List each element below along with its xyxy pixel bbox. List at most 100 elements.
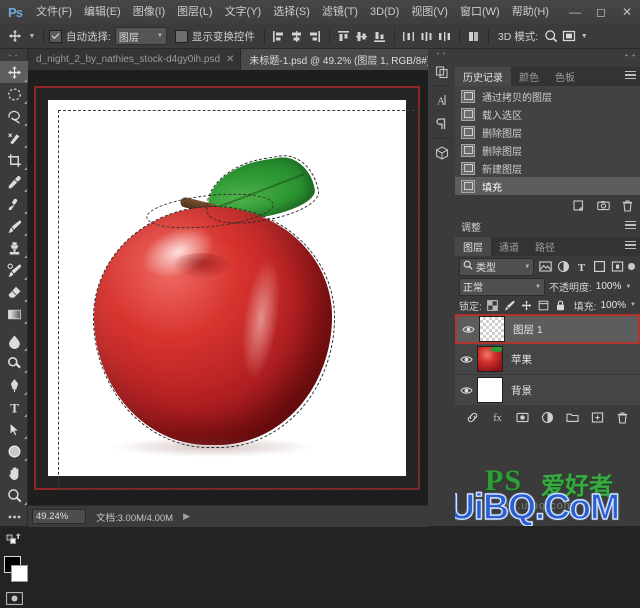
align-bottom-edges-icon[interactable]	[371, 27, 389, 46]
history-brush-dock-icon[interactable]	[428, 59, 455, 83]
opacity-chevron-icon[interactable]: ▼	[625, 284, 631, 290]
history-state-item[interactable]: 删除图层	[455, 123, 640, 141]
filter-pixel-icon[interactable]	[538, 259, 552, 274]
shape-tool[interactable]	[0, 440, 28, 462]
eyedropper-tool[interactable]	[0, 171, 28, 193]
opacity-value[interactable]: 100%	[596, 281, 622, 292]
create-snapshot-icon[interactable]	[596, 198, 610, 212]
marquee-tool[interactable]	[0, 83, 28, 105]
layer-filter-kind-dropdown[interactable]: 类型 ▼	[459, 258, 534, 276]
filter-smart-object-icon[interactable]	[610, 259, 624, 274]
new-layer-icon[interactable]	[591, 410, 605, 424]
toolbar-grip[interactable]: • •	[0, 52, 27, 61]
tab-color[interactable]: 颜色	[511, 67, 547, 86]
auto-select-scope-dropdown[interactable]: 图层 ▼	[115, 27, 167, 45]
adjustment-layer-icon[interactable]	[541, 410, 555, 424]
show-transform-checkbox[interactable]	[175, 30, 188, 43]
background-color-swatch[interactable]	[11, 565, 28, 582]
layer-thumbnail[interactable]	[477, 346, 503, 372]
align-left-edges-icon[interactable]	[270, 27, 288, 46]
hand-tool[interactable]	[0, 462, 28, 484]
swap-colors-icon[interactable]	[0, 528, 28, 550]
panel-grip[interactable]: • •	[625, 51, 636, 60]
distribute-center-icon[interactable]	[418, 27, 436, 46]
filter-type-icon[interactable]: T	[574, 259, 588, 274]
tab-channels[interactable]: 通道	[491, 237, 527, 256]
auto-select-checkbox[interactable]	[49, 30, 62, 43]
lock-image-pixels-icon[interactable]	[503, 299, 516, 312]
tab-swatches[interactable]: 色板	[547, 67, 583, 86]
delete-state-icon[interactable]	[620, 198, 634, 212]
blend-mode-dropdown[interactable]: 正常 ▼	[459, 278, 545, 296]
new-group-icon[interactable]	[566, 410, 580, 424]
pen-tool[interactable]	[0, 374, 28, 396]
history-state-item-selected[interactable]: 填充	[455, 177, 640, 195]
clone-stamp-tool[interactable]	[0, 237, 28, 259]
minimize-button[interactable]: —	[562, 0, 588, 24]
maximize-button[interactable]: ◻	[588, 0, 614, 24]
align-top-edges-icon[interactable]	[335, 27, 353, 46]
lock-transparent-pixels-icon[interactable]	[486, 299, 499, 312]
document-canvas[interactable]	[48, 100, 406, 476]
filter-shape-icon[interactable]	[592, 259, 606, 274]
tab-layers[interactable]: 图层	[455, 237, 491, 256]
close-icon[interactable]: ✕	[226, 54, 234, 65]
layer-row-selected[interactable]: 图层 1	[455, 314, 640, 344]
menu-view[interactable]: 视图(V)	[405, 0, 454, 24]
layer-row[interactable]: 背景	[455, 375, 640, 406]
menu-type[interactable]: 文字(Y)	[219, 0, 268, 24]
distribute-left-icon[interactable]	[400, 27, 418, 46]
crop-tool[interactable]	[0, 149, 28, 171]
paragraph-dock-icon[interactable]	[428, 112, 455, 136]
menu-select[interactable]: 选择(S)	[267, 0, 316, 24]
fill-value[interactable]: 100%	[600, 300, 626, 311]
canvas-area[interactable]	[28, 70, 428, 505]
auto-align-layers-icon[interactable]	[465, 27, 483, 46]
menu-image[interactable]: 图像(I)	[127, 0, 171, 24]
delete-layer-icon[interactable]	[616, 410, 630, 424]
dock-grip[interactable]: • •	[428, 49, 455, 59]
lasso-tool[interactable]	[0, 105, 28, 127]
document-tab-2[interactable]: 未标题-1.psd @ 49.2% (图层 1, RGB/8#) * ✕	[241, 49, 458, 70]
layer-list[interactable]: 图层 1 苹果 背景	[455, 314, 640, 406]
tool-preset-chevron-icon[interactable]: ▼	[26, 26, 38, 46]
filter-adjustment-icon[interactable]	[556, 259, 570, 274]
layer-mask-icon[interactable]	[516, 410, 530, 424]
history-panel-menu-icon[interactable]	[625, 71, 636, 81]
3d-dock-icon[interactable]	[428, 141, 455, 165]
eraser-tool[interactable]	[0, 281, 28, 303]
layer-thumbnail[interactable]	[477, 377, 503, 403]
align-horizontal-centers-icon[interactable]	[288, 27, 306, 46]
menu-window[interactable]: 窗口(W)	[454, 0, 506, 24]
history-state-item[interactable]: 载入选区	[455, 105, 640, 123]
character-dock-icon[interactable]: A	[428, 88, 455, 112]
layer-visibility-icon[interactable]	[455, 375, 477, 405]
layer-thumbnail[interactable]	[479, 316, 505, 342]
layer-name[interactable]: 背景	[511, 383, 532, 398]
layers-panel-menu-icon[interactable]	[625, 241, 636, 251]
adjustments-panel-header[interactable]: 调整	[455, 215, 640, 237]
status-menu-arrow-icon[interactable]: ▶	[183, 511, 190, 522]
layer-visibility-icon[interactable]	[457, 314, 479, 344]
history-state-item[interactable]: 删除图层	[455, 141, 640, 159]
adjustments-panel-menu-icon[interactable]	[625, 221, 636, 231]
layer-name[interactable]: 图层 1	[513, 322, 543, 337]
menu-3d[interactable]: 3D(D)	[364, 0, 405, 24]
move-tool-icon[interactable]	[4, 26, 26, 46]
3d-mode-chevron-icon[interactable]: ▼	[578, 26, 590, 46]
menu-layer[interactable]: 图层(L)	[171, 0, 218, 24]
menu-filter[interactable]: 滤镜(T)	[316, 0, 364, 24]
menu-help[interactable]: 帮助(H)	[506, 0, 555, 24]
3d-orbit-icon[interactable]	[542, 27, 560, 46]
history-state-list[interactable]: 通过拷贝的图层 载入选区 删除图层 删除图层 新建图层 填充	[455, 86, 640, 195]
lock-position-icon[interactable]	[520, 299, 533, 312]
layer-visibility-icon[interactable]	[455, 344, 477, 374]
zoom-level-field[interactable]: 49.24%	[32, 509, 86, 524]
filter-enable-toggle[interactable]	[628, 263, 635, 270]
quick-selection-tool[interactable]	[0, 127, 28, 149]
history-state-item[interactable]: 通过拷贝的图层	[455, 87, 640, 105]
dodge-tool[interactable]	[0, 352, 28, 374]
create-document-from-state-icon[interactable]	[572, 198, 586, 212]
move-tool[interactable]	[0, 61, 28, 83]
type-tool[interactable]: T	[0, 396, 28, 418]
